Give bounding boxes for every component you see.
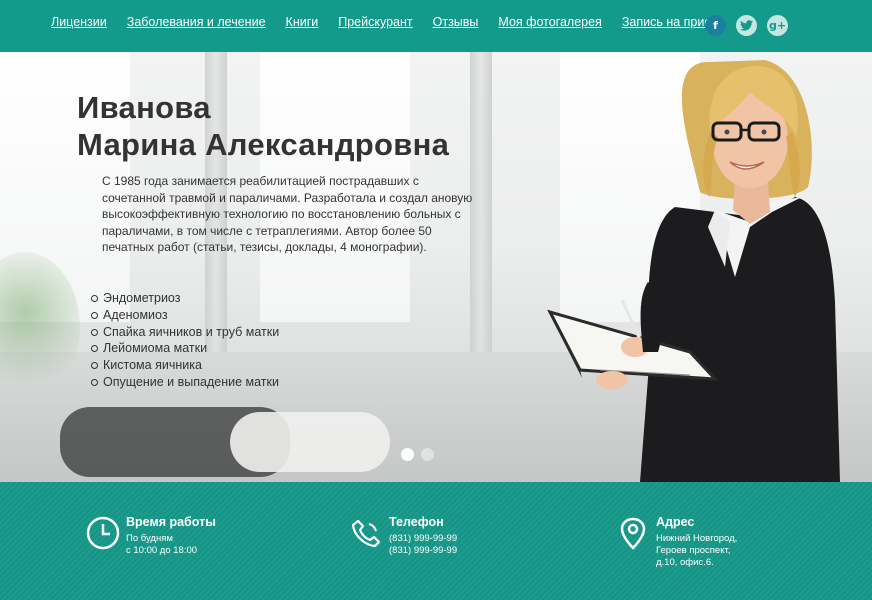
nav-link-gallery[interactable]: Моя фотогалерея [498, 15, 601, 29]
nav-link-reviews[interactable]: Отзывы [433, 15, 479, 29]
working-hours-days: По будням [126, 533, 173, 544]
slider-pagination [401, 448, 434, 461]
conditions-list: Эндометриоз Аденомиоз Спайка яичников и … [91, 290, 279, 391]
google-plus-icon[interactable]: g+ [767, 15, 788, 36]
address-building: д.10, офис.6. [656, 557, 714, 568]
condition-item: Лейомиома матки [91, 340, 279, 357]
background-cushion [230, 412, 390, 472]
condition-item: Кистома яичника [91, 357, 279, 374]
doctor-given-names: Марина Александровна [77, 127, 450, 162]
doctor-description: С 1985 года занимается реабилитацией пос… [102, 174, 473, 254]
nav-link-books[interactable]: Книги [286, 15, 319, 29]
phone-number-1[interactable]: (831) 999-99-99 [389, 533, 457, 545]
address-city: Нижний Новгород, [656, 533, 738, 544]
working-hours-block: Время работы По будням с 10:00 до 18:00 [86, 515, 216, 557]
contact-footer: Время работы По будням с 10:00 до 18:00 … [0, 482, 872, 600]
clock-icon [86, 516, 120, 550]
condition-item: Спайка яичников и труб матки [91, 324, 279, 341]
phone-icon [351, 519, 381, 548]
nav-link-pricelist[interactable]: Прейскурант [338, 15, 412, 29]
doctor-photo [547, 60, 840, 482]
nav-link-licenses[interactable]: Лицензии [51, 15, 107, 29]
social-links: f g+ [705, 15, 788, 36]
address-title: Адрес [656, 515, 695, 529]
phone-title: Телефон [389, 515, 444, 529]
address-street: Героев проспект, [656, 545, 731, 556]
condition-item: Опущение и выпадение матки [91, 374, 279, 391]
slider-dot-active[interactable] [401, 448, 414, 461]
facebook-icon[interactable]: f [705, 15, 726, 36]
working-hours-title: Время работы [126, 515, 216, 529]
condition-item: Эндометриоз [91, 290, 279, 307]
nav-link-diseases[interactable]: Заболевания и лечение [127, 15, 266, 29]
main-nav: Лицензии Заболевания и лечение Книги Пре… [51, 15, 740, 29]
doctor-surname: Иванова [77, 90, 211, 125]
doctor-name: Иванова Марина Александровна [77, 89, 449, 163]
working-hours-time: с 10:00 до 18:00 [126, 545, 198, 556]
condition-item: Аденомиоз [91, 307, 279, 324]
location-pin-icon [620, 517, 646, 550]
top-navigation-bar: Лицензии Заболевания и лечение Книги Пре… [0, 0, 872, 52]
hero-slider: Иванова Марина Александровна С 1985 года… [0, 52, 872, 482]
slider-dot[interactable] [421, 448, 434, 461]
phone-block: Телефон (831) 999-99-99 (831) 999-99-99 [349, 515, 457, 557]
twitter-icon[interactable] [736, 15, 757, 36]
phone-number-2[interactable]: (831) 999-99-99 [389, 545, 457, 557]
address-block: Адрес Нижний Новгород, Героев проспект, … [616, 515, 738, 569]
